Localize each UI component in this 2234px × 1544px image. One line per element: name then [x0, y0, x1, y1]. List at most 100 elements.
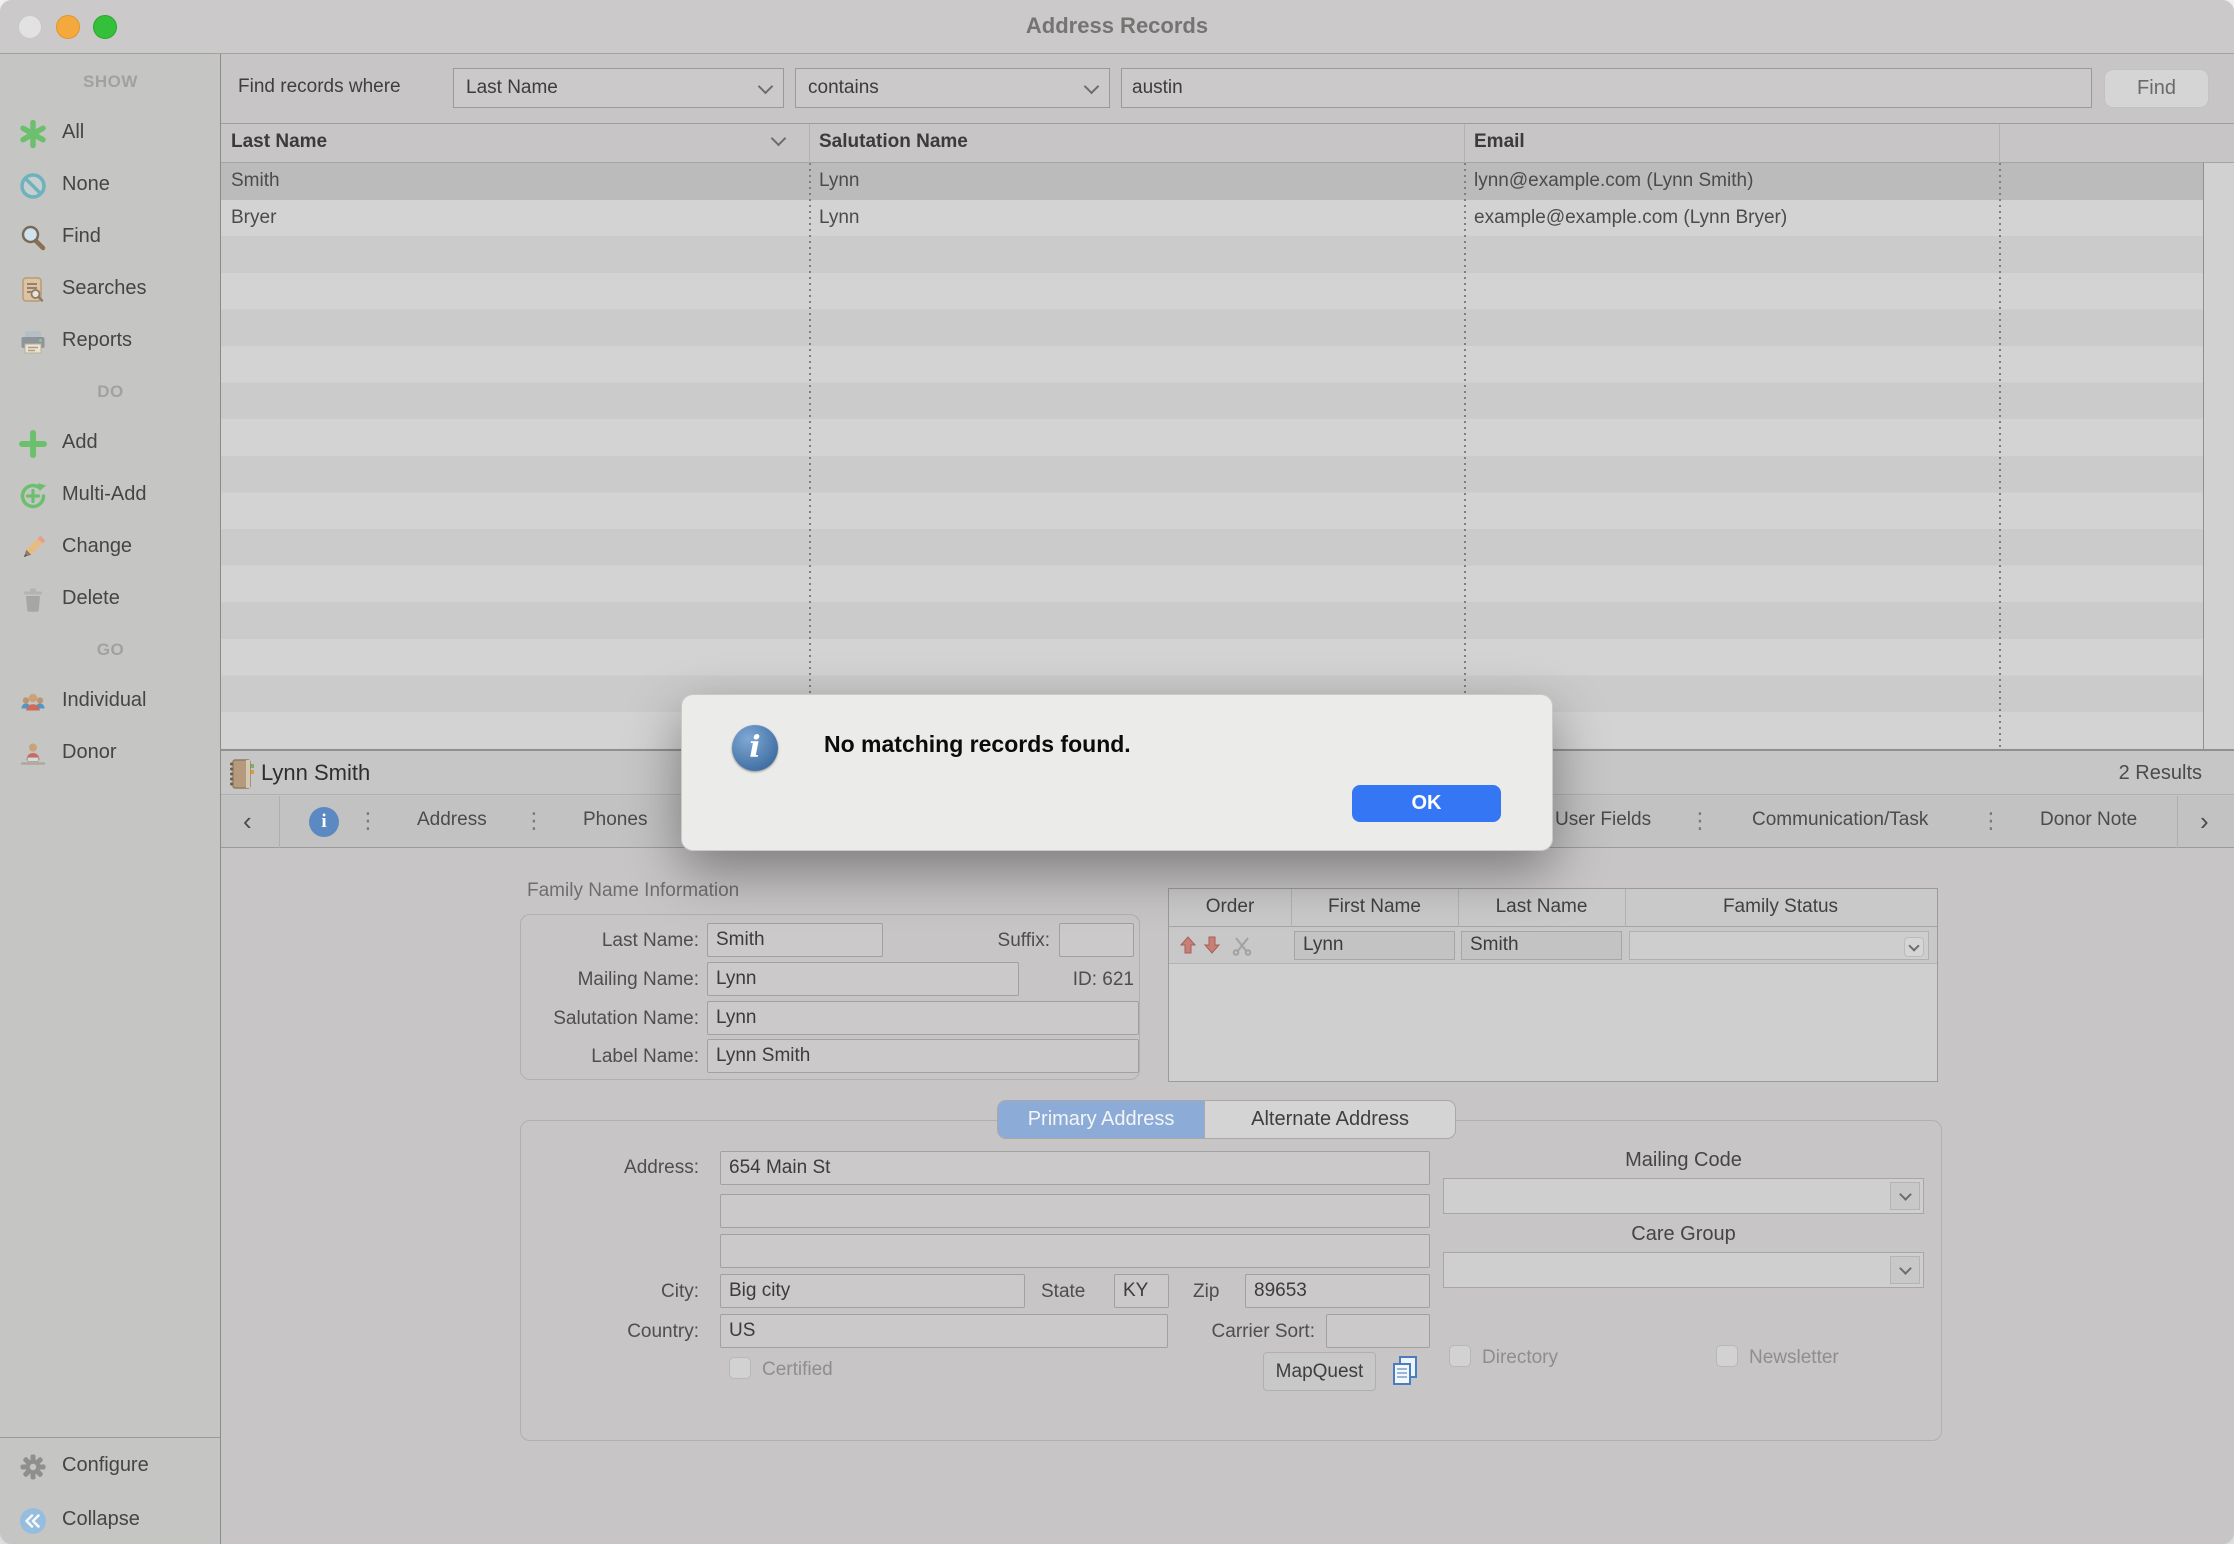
address-line3-field[interactable]: [720, 1234, 1430, 1268]
app-window: Address Records SHOW All None Find Searc…: [0, 0, 2234, 1544]
magnifier-icon: [18, 223, 48, 253]
label-name-label: Label Name:: [529, 1046, 699, 1068]
table-row[interactable]: Bryer Lynn example@example.com (Lynn Bry…: [221, 200, 2203, 237]
sidebar-item-change[interactable]: Change: [0, 526, 221, 570]
care-group-select[interactable]: [1443, 1252, 1924, 1288]
tab-drag-dots: ⋮: [357, 808, 379, 834]
find-button[interactable]: Find: [2104, 69, 2209, 108]
sidebar-item-all[interactable]: All: [0, 112, 221, 156]
pencil-icon: [18, 533, 48, 563]
care-group-label: Care Group: [1443, 1223, 1924, 1246]
state-field[interactable]: [1114, 1274, 1169, 1308]
mailing-name-label: Mailing Name:: [529, 969, 699, 991]
chevron-down-icon: [758, 78, 774, 94]
ok-button[interactable]: OK: [1352, 785, 1501, 822]
members-header-first-name: First Name: [1291, 896, 1458, 918]
salutation-name-field[interactable]: [707, 1001, 1139, 1035]
tab-primary-address[interactable]: Primary Address: [998, 1101, 1204, 1138]
directory-checkbox[interactable]: [1449, 1345, 1471, 1367]
title-bar: Address Records: [0, 0, 2234, 54]
copy-pages-icon[interactable]: [1387, 1353, 1423, 1391]
members-header-family-status: Family Status: [1625, 896, 1936, 918]
carrier-sort-label: Carrier Sort:: [1185, 1321, 1315, 1343]
sidebar-item-multi-add[interactable]: Multi-Add: [0, 474, 221, 518]
suffix-label: Suffix:: [940, 930, 1050, 952]
column-header-email[interactable]: Email: [1474, 131, 1525, 153]
city-field[interactable]: [720, 1274, 1025, 1308]
results-table: Smith Lynn lynn@example.com (Lynn Smith)…: [221, 163, 2234, 749]
member-first-name[interactable]: Lynn: [1294, 931, 1455, 960]
sidebar-section-do: DO: [0, 382, 221, 402]
family-members-table: Order First Name Last Name Family Status…: [1168, 888, 1938, 1082]
city-label: City:: [529, 1281, 699, 1303]
address-panel: Address: City: State Zip Country: Carrie…: [520, 1120, 1942, 1441]
tabs-scroll-right-icon[interactable]: ›: [2200, 806, 2209, 837]
address-segmented-control: Primary Address Alternate Address: [997, 1100, 1456, 1139]
mailing-code-label: Mailing Code: [1443, 1149, 1924, 1172]
sidebar-item-none[interactable]: None: [0, 164, 221, 208]
state-label: State: [1041, 1281, 1107, 1303]
zip-field[interactable]: [1245, 1274, 1430, 1308]
column-header-salutation[interactable]: Salutation Name: [819, 131, 968, 153]
tab-communication-task[interactable]: Communication/Task: [1752, 809, 1928, 831]
sidebar-item-collapse[interactable]: Collapse: [0, 1499, 221, 1543]
gear-icon: [18, 1452, 48, 1482]
chevron-down-icon[interactable]: [1890, 1256, 1920, 1284]
family-section-title: Family Name Information: [527, 880, 739, 902]
mailing-code-select[interactable]: [1443, 1178, 1924, 1214]
table-row-selected[interactable]: Smith Lynn lynn@example.com (Lynn Smith): [221, 163, 2203, 200]
sidebar-item-find[interactable]: Find: [0, 216, 221, 260]
member-last-name[interactable]: Smith: [1461, 931, 1622, 960]
address-line2-field[interactable]: [720, 1194, 1430, 1228]
family-fieldset: Last Name: Suffix: Mailing Name: ID: 621…: [520, 914, 1140, 1080]
chevron-down-icon[interactable]: [1890, 1182, 1920, 1210]
scissors-icon[interactable]: [1231, 934, 1253, 956]
label-name-field[interactable]: [707, 1039, 1139, 1073]
carrier-sort-field[interactable]: [1326, 1314, 1430, 1348]
scrollbar-track[interactable]: [2205, 163, 2234, 749]
tab-user-fields[interactable]: User Fields: [1555, 809, 1651, 831]
family-status-select[interactable]: [1629, 931, 1929, 960]
member-row[interactable]: Lynn Smith: [1169, 927, 1937, 964]
multi-add-icon: [18, 481, 48, 511]
sidebar-item-reports[interactable]: Reports: [0, 320, 221, 364]
sidebar-item-individual[interactable]: Individual: [0, 680, 221, 724]
address-label: Address:: [529, 1157, 699, 1179]
move-down-icon[interactable]: [1201, 934, 1223, 956]
tab-alternate-address[interactable]: Alternate Address: [1204, 1101, 1455, 1138]
country-field[interactable]: [720, 1314, 1168, 1348]
sidebar-footer-divider: [0, 1437, 221, 1438]
results-count: 2 Results: [2119, 762, 2202, 785]
column-header-last-name[interactable]: Last Name: [231, 131, 327, 153]
sidebar-item-donor[interactable]: Donor: [0, 732, 221, 776]
sidebar-item-searches[interactable]: Searches: [0, 268, 221, 312]
newsletter-checkbox[interactable]: [1716, 1345, 1738, 1367]
mapquest-button[interactable]: MapQuest: [1263, 1352, 1376, 1391]
sidebar-item-add[interactable]: Add: [0, 422, 221, 466]
certified-checkbox[interactable]: [729, 1357, 751, 1379]
printer-icon: [18, 327, 48, 357]
tab-donor-note[interactable]: Donor Note: [2040, 809, 2137, 831]
suffix-field[interactable]: [1059, 923, 1134, 957]
tab-drag-dots: ⋮: [1689, 808, 1711, 834]
chevron-down-icon: [1084, 78, 1100, 94]
tab-drag-dots: ⋮: [1980, 808, 2002, 834]
search-field-select[interactable]: Last Name: [453, 68, 784, 108]
mailing-name-field[interactable]: [707, 962, 1019, 996]
tab-address[interactable]: Address: [417, 809, 487, 831]
sidebar-item-delete[interactable]: Delete: [0, 578, 221, 622]
last-name-field[interactable]: [707, 923, 883, 957]
tabs-scroll-left-icon[interactable]: ‹: [243, 806, 252, 837]
tab-info-icon[interactable]: i: [309, 807, 339, 837]
address-line1-field[interactable]: [720, 1151, 1430, 1185]
sort-chevron-icon[interactable]: [771, 131, 787, 147]
move-up-icon[interactable]: [1177, 934, 1199, 956]
sidebar-item-configure[interactable]: Configure: [0, 1445, 221, 1489]
members-header-last-name: Last Name: [1458, 896, 1625, 918]
record-name: Lynn Smith: [261, 760, 370, 786]
search-operator-select[interactable]: contains: [795, 68, 1110, 108]
tab-phones[interactable]: Phones: [583, 809, 647, 831]
members-header-order: Order: [1169, 896, 1291, 918]
zip-label: Zip: [1193, 1281, 1229, 1303]
search-query-input[interactable]: [1121, 68, 2092, 108]
